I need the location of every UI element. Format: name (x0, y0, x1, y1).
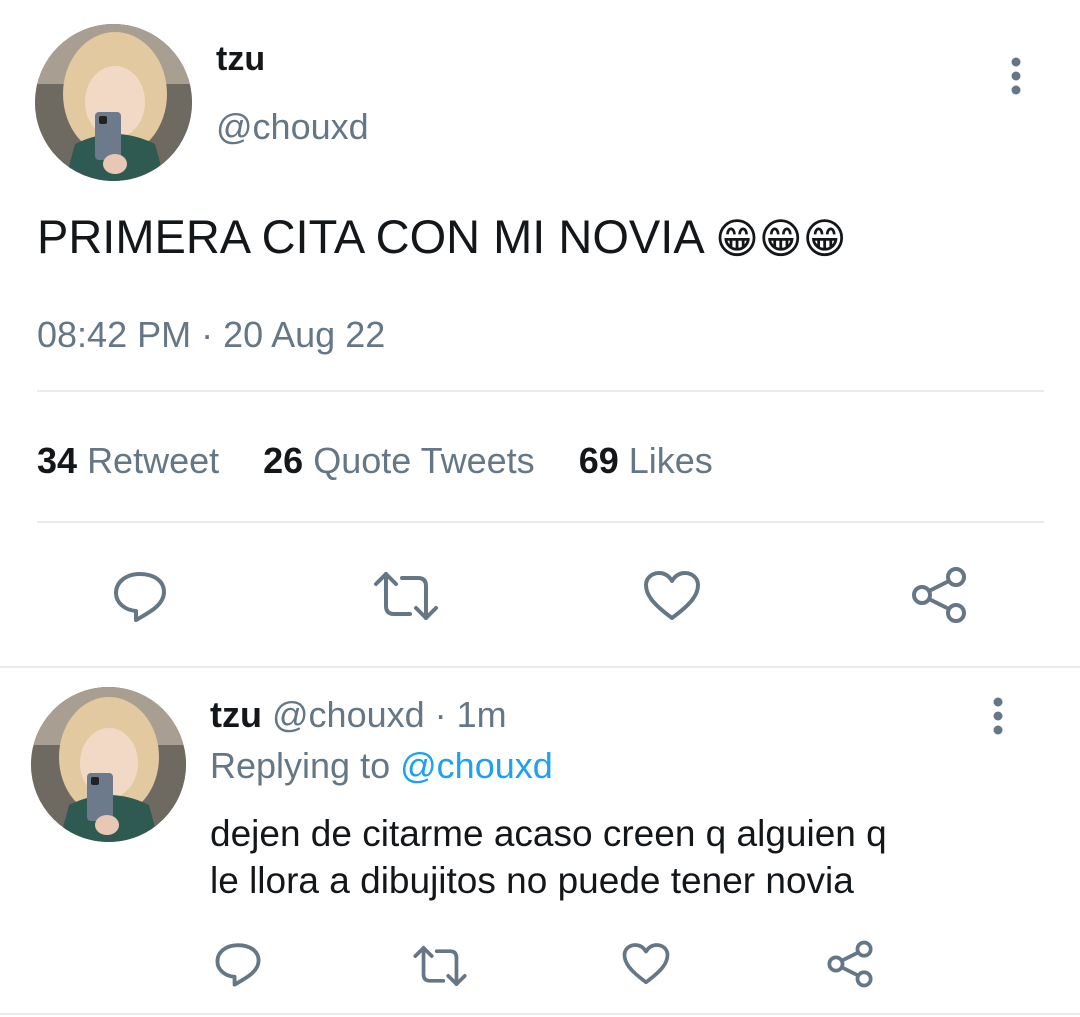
retweet-count: 34 (37, 440, 78, 481)
reply-icon[interactable] (112, 568, 168, 624)
reply-share-icon[interactable] (826, 940, 874, 988)
tweet-text-body: PRIMERA CITA CON MI NOVIA (37, 210, 703, 263)
author-handle[interactable]: @chouxd (216, 106, 369, 148)
divider (37, 521, 1044, 523)
like-icon[interactable] (643, 570, 701, 622)
reply-header: tzu @chouxd · 1m (210, 694, 507, 736)
retweet-label: Retweet (87, 440, 220, 481)
reply-display-name[interactable]: tzu (210, 694, 262, 735)
more-options-icon[interactable] (1004, 56, 1028, 96)
divider (0, 1013, 1080, 1015)
tweet-timestamp[interactable]: 08:42 PM · 20 Aug 22 (37, 314, 385, 356)
quote-label: Quote Tweets (313, 440, 535, 481)
reply-author-avatar[interactable] (31, 687, 186, 842)
likes-count: 69 (578, 440, 619, 481)
reply-like-icon[interactable] (622, 942, 670, 986)
quote-count: 26 (263, 440, 304, 481)
reply-text-line1: dejen de citarme acaso creen q alguien q (210, 813, 887, 854)
reply-text-line2: le llora a dibujitos no puede tener novi… (210, 860, 854, 901)
reply-handle-time[interactable]: @chouxd · 1m (272, 694, 507, 735)
replying-to-label: Replying to (210, 745, 391, 786)
divider (0, 666, 1080, 668)
retweet-stat[interactable]: 34 Retweet (37, 440, 229, 481)
retweet-icon[interactable] (372, 570, 440, 622)
likes-label: Likes (628, 440, 713, 481)
quote-stat[interactable]: 26 Quote Tweets (263, 440, 545, 481)
reply-reply-icon[interactable] (214, 940, 262, 988)
replying-to-handle[interactable]: @chouxd (400, 745, 553, 786)
tweet-stats: 34 Retweet 26 Quote Tweets 69 Likes (37, 440, 713, 482)
replying-to: Replying to @chouxd (210, 745, 553, 787)
share-icon[interactable] (910, 566, 968, 624)
divider (37, 390, 1044, 392)
author-avatar[interactable] (35, 24, 192, 181)
reply-more-options-icon[interactable] (986, 696, 1010, 736)
tweet-emoji: 😁😁😁 (715, 215, 847, 262)
reply-retweet-icon[interactable] (412, 944, 468, 988)
likes-stat[interactable]: 69 Likes (579, 440, 713, 481)
tweet-text: PRIMERA CITA CON MI NOVIA 😁😁😁 (37, 209, 847, 264)
author-display-name[interactable]: tzu (216, 40, 265, 79)
